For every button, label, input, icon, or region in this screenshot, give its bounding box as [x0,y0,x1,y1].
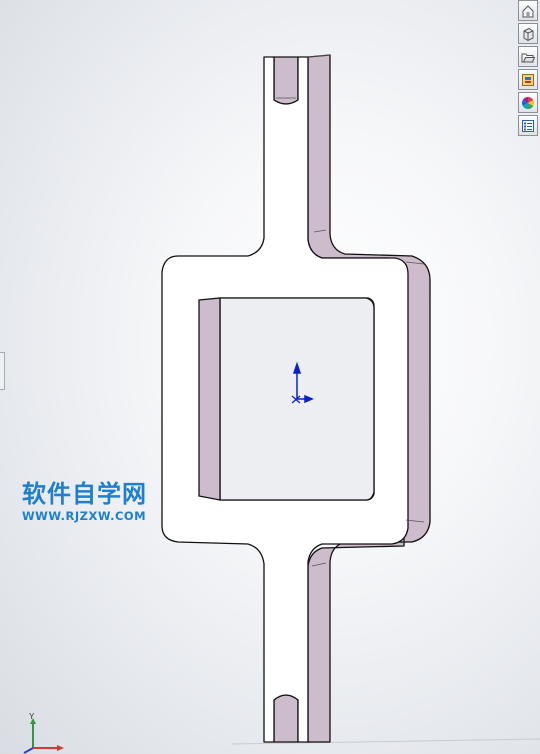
custom-properties-button[interactable] [518,115,538,136]
view-orientation-button[interactable] [518,23,538,44]
triad-y-label: Y [29,712,35,721]
folder-open-icon [521,53,535,62]
watermark: 软件自学网 WWW.RJZXW.COM [22,480,174,523]
task-pane-toolbar [518,0,540,136]
file-explorer-button[interactable] [518,46,538,67]
home-view-button[interactable] [518,0,538,21]
home-view-icon [522,4,534,17]
custom-properties-icon [522,119,534,132]
color-wheel-button[interactable] [518,92,538,113]
feature-manager-collapse-tab[interactable] [0,352,5,390]
graphics-area[interactable]: 软件自学网 WWW.RJZXW.COM Y [0,0,540,754]
part-model [161,54,540,745]
bottom-slot-wall [273,694,299,743]
watermark-url: WWW.RJZXW.COM [22,509,147,523]
color-wheel-icon [521,96,535,109]
watermark-site-name: 软件自学网 [22,480,147,508]
triad-z-axis [23,747,34,754]
view-orientation-cube-icon [523,27,534,41]
appearances-scenes-button[interactable] [518,69,538,90]
top-slot-wall [273,56,299,105]
reference-triad: Y [23,712,64,754]
appearance-scene-icon [522,73,534,86]
